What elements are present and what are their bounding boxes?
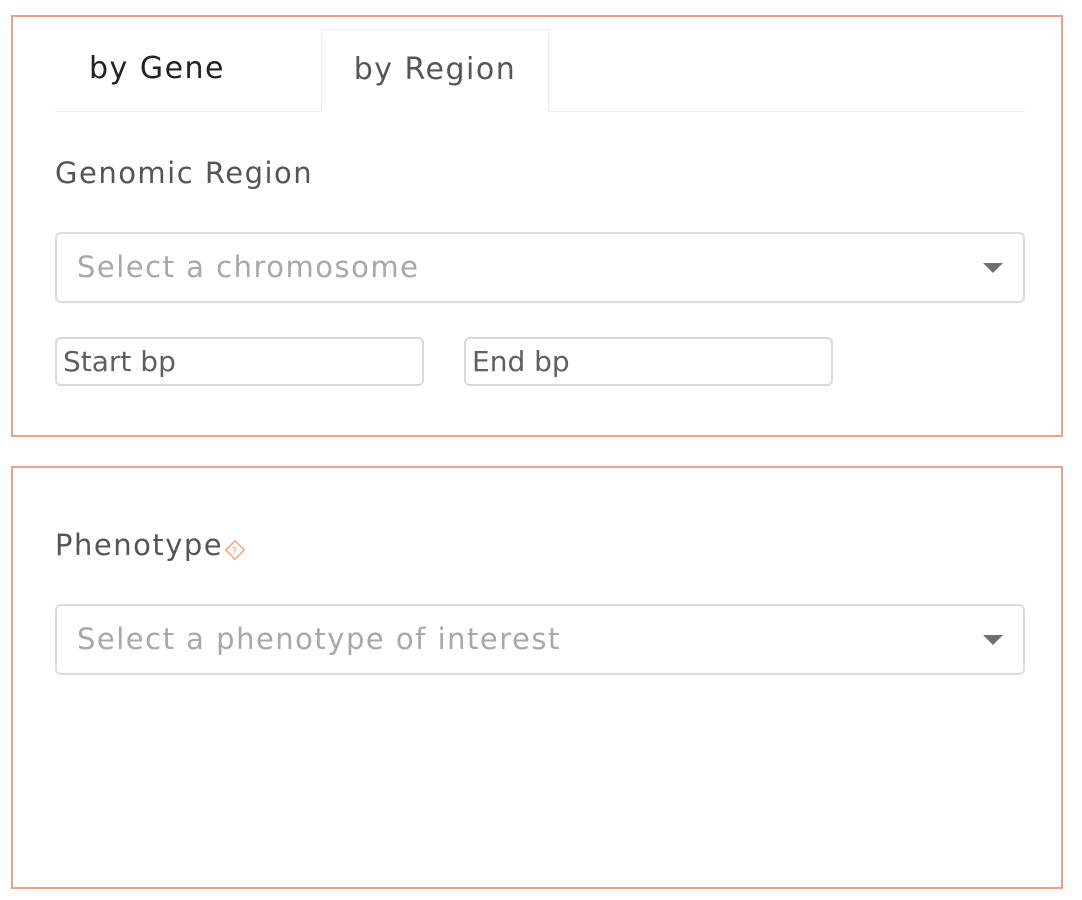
phenotype-label-row: Phenotype? (55, 528, 246, 562)
phenotype-select-placeholder: Select a phenotype of interest (77, 622, 561, 656)
end-bp-input[interactable] (464, 337, 833, 386)
phenotype-panel: Phenotype? Select a phenotype of interes… (11, 466, 1063, 889)
phenotype-label: Phenotype (55, 528, 224, 562)
start-bp-input[interactable] (55, 337, 424, 386)
chevron-down-icon (983, 263, 1003, 273)
tab-by-gene[interactable]: by Gene (55, 29, 321, 111)
chromosome-select-placeholder: Select a chromosome (77, 250, 420, 284)
chevron-down-icon (983, 635, 1003, 645)
phenotype-select[interactable]: Select a phenotype of interest (55, 604, 1025, 675)
tab-by-region[interactable]: by Region (321, 29, 549, 112)
search-tabs: by Gene by Region (55, 29, 1025, 112)
region-search-panel: by Gene by Region Genomic Region Select … (11, 15, 1063, 437)
question-diamond-icon[interactable]: ? (224, 534, 246, 561)
genomic-region-label: Genomic Region (55, 156, 314, 190)
svg-text:?: ? (232, 546, 239, 557)
chromosome-select[interactable]: Select a chromosome (55, 232, 1025, 303)
